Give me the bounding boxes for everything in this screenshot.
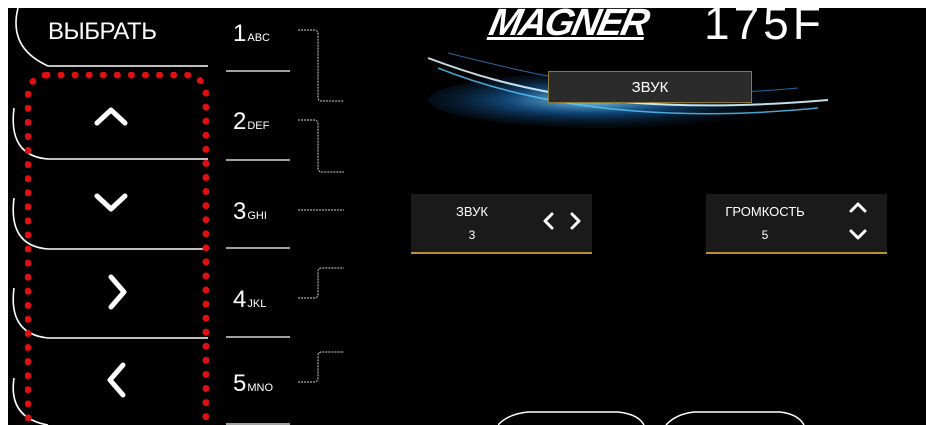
brand-logo: MAGNER [485,8,652,44]
sound-value: 3 [468,228,476,242]
volume-control[interactable]: ГРОМКОСТЬ 5 [706,194,887,254]
highlight-outline [25,72,209,425]
sound-right-arrow-icon[interactable] [569,211,583,231]
volume-label: ГРОМКОСТЬ [725,204,805,219]
volume-up-arrow-icon[interactable] [848,200,868,214]
sound-label: ЗВУК [456,204,488,219]
model-label: 175F [704,8,825,49]
bottom-soft-buttons[interactable] [498,406,818,425]
keypad-connectors [226,29,344,425]
sound-left-arrow-icon[interactable] [541,211,555,231]
screen-title: ЗВУК [548,71,752,103]
device-screen: ВЫБРАТЬ 1 ABC 2 DEF 3 GHI 4 JKL 5 MNO MA… [8,8,926,425]
volume-value: 5 [761,228,769,242]
volume-down-arrow-icon[interactable] [848,228,868,242]
sound-control[interactable]: ЗВУК 3 [411,194,592,254]
